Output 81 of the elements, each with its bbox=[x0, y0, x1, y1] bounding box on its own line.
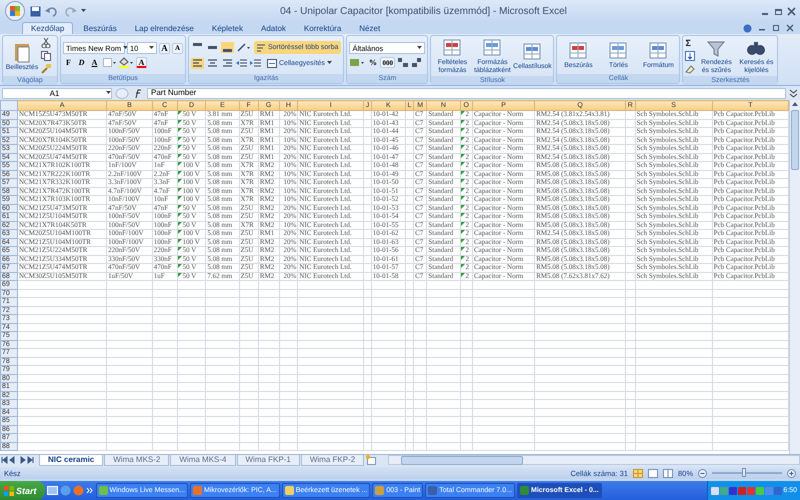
ribbon-tab[interactable]: Kezdőlap bbox=[22, 22, 74, 34]
fill-color-icon[interactable] bbox=[118, 57, 134, 68]
sheet-tab[interactable]: Wima MKS-2 bbox=[104, 455, 170, 466]
app-icon bbox=[375, 486, 384, 495]
start-button[interactable]: Start bbox=[0, 481, 45, 500]
caret-icon[interactable] bbox=[149, 46, 154, 50]
ribbon-icon bbox=[568, 40, 588, 61]
desktop-icon[interactable] bbox=[46, 485, 58, 496]
formula-field[interactable]: Part Number bbox=[147, 88, 786, 98]
ribbon-icon bbox=[648, 40, 668, 61]
save-icon[interactable] bbox=[30, 6, 41, 16]
font-color-button[interactable]: A bbox=[136, 57, 147, 68]
align-bottom-button[interactable] bbox=[221, 42, 234, 52]
page-break-icon[interactable] bbox=[662, 468, 673, 478]
close-icon[interactable] bbox=[787, 6, 796, 16]
close-icon[interactable] bbox=[786, 24, 794, 32]
underline-button[interactable]: A bbox=[89, 57, 100, 68]
undo-icon[interactable] bbox=[45, 6, 59, 16]
window-title: 04 - Unipolar Capacitor [kompatibilis üzemmód] - Microsoft Excel bbox=[279, 6, 568, 16]
grow-font-button[interactable]: A bbox=[159, 42, 170, 54]
sheet-tab[interactable]: Wima FKP-2 bbox=[300, 455, 364, 466]
decrease-indent-icon[interactable] bbox=[236, 58, 248, 68]
expand-icon[interactable] bbox=[789, 88, 798, 98]
merge-icon bbox=[267, 58, 277, 68]
copy-icon[interactable] bbox=[41, 51, 51, 61]
vertical-scrollbar[interactable] bbox=[789, 100, 800, 454]
new-sheet-icon[interactable] bbox=[365, 455, 378, 465]
customize-caret-icon[interactable] bbox=[81, 9, 86, 13]
app-icon bbox=[98, 486, 108, 495]
brush-icon[interactable] bbox=[41, 64, 51, 74]
help-icon[interactable] bbox=[743, 24, 752, 32]
zoom-in-icon[interactable] bbox=[787, 468, 796, 478]
page-layout-icon[interactable] bbox=[648, 468, 658, 478]
wrap-icon bbox=[257, 42, 266, 52]
ribbon-icon bbox=[522, 42, 542, 62]
align-center-button[interactable] bbox=[206, 58, 219, 68]
ribbon-icon bbox=[608, 40, 628, 61]
handle-icon[interactable] bbox=[115, 88, 129, 98]
decrease-decimal-icon[interactable] bbox=[410, 57, 423, 68]
caret-icon[interactable] bbox=[106, 91, 111, 95]
align-left-button[interactable] bbox=[191, 58, 204, 68]
ribbon-tab[interactable]: Korrektúra bbox=[296, 23, 350, 34]
app-icon bbox=[284, 486, 294, 495]
scroll-thumb[interactable] bbox=[791, 110, 799, 170]
autosum-button[interactable]: Σ bbox=[685, 38, 696, 48]
increase-decimal-icon[interactable] bbox=[396, 57, 409, 68]
ribbon-tab[interactable]: Lap elrendezése bbox=[126, 23, 202, 34]
ribbon-tab[interactable]: Képletek bbox=[204, 23, 252, 34]
chevron-icon[interactable] bbox=[86, 485, 94, 496]
caret-icon[interactable] bbox=[326, 61, 332, 65]
horizontal-scrollbar[interactable] bbox=[388, 455, 800, 465]
percent-button[interactable]: % bbox=[367, 57, 378, 68]
caret-icon[interactable] bbox=[123, 46, 128, 50]
sheet-tab[interactable]: Wima FKP-1 bbox=[236, 455, 300, 466]
italic-button[interactable]: D bbox=[76, 57, 87, 68]
fill-icon[interactable] bbox=[685, 51, 696, 61]
ribbon-tab[interactable]: Nézet bbox=[351, 23, 388, 34]
app-icon bbox=[428, 486, 438, 495]
restore-icon[interactable] bbox=[772, 24, 780, 32]
orientation-icon[interactable] bbox=[236, 42, 252, 52]
increase-indent-icon[interactable] bbox=[250, 58, 262, 68]
office-button-icon[interactable] bbox=[4, 1, 26, 21]
windows-logo-icon bbox=[4, 486, 14, 496]
app-icon bbox=[193, 486, 202, 495]
bold-button[interactable]: F bbox=[63, 57, 74, 68]
align-right-button[interactable] bbox=[221, 58, 234, 68]
slider-thumb[interactable] bbox=[742, 468, 746, 477]
ribbon-icon bbox=[442, 38, 462, 58]
name-box[interactable]: A1 bbox=[2, 88, 112, 98]
ribbon-icon bbox=[482, 38, 502, 58]
app-icon bbox=[520, 486, 529, 495]
sheet-tab[interactable]: Wima MKS-4 bbox=[170, 455, 236, 466]
ribbon-tab[interactable]: Beszúrás bbox=[75, 23, 125, 34]
caret-icon[interactable] bbox=[417, 46, 422, 50]
sheet-tab[interactable]: NIC ceramic bbox=[39, 455, 104, 466]
scroll-thumb[interactable] bbox=[401, 456, 524, 464]
scissors-icon[interactable] bbox=[41, 38, 51, 48]
border-icon[interactable] bbox=[102, 57, 116, 68]
eraser-icon[interactable] bbox=[685, 64, 696, 74]
ribbon-tab[interactable]: Adatok bbox=[253, 23, 294, 34]
zoom-out-icon[interactable] bbox=[698, 468, 707, 478]
